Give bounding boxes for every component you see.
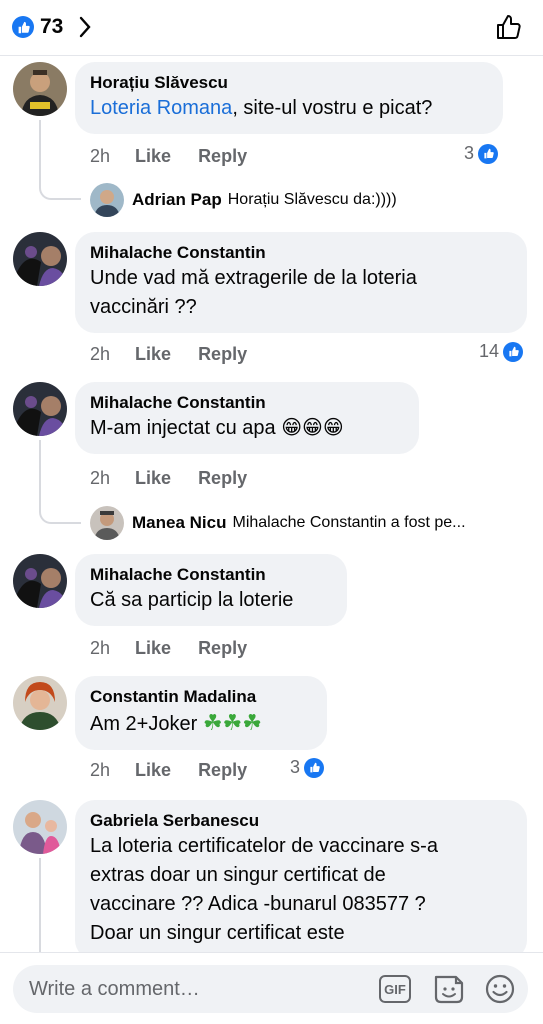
comment-time: 2h — [90, 344, 111, 364]
thumbs-up-outline-icon[interactable] — [495, 13, 523, 46]
comment-text: La loteria certificatelor de vaccinare s… — [90, 835, 438, 857]
reply-button[interactable]: Reply — [198, 344, 247, 365]
avatar[interactable] — [13, 800, 67, 854]
reaction-summary[interactable]: 3 — [290, 757, 325, 778]
like-button[interactable]: Like — [135, 344, 171, 365]
avatar[interactable] — [13, 554, 67, 608]
comment-actions: 2h Like Reply — [90, 638, 247, 659]
comment-actions: 2h Like Reply — [90, 344, 247, 365]
avatar — [90, 183, 124, 217]
like-icon — [503, 341, 524, 362]
reaction-summary[interactable]: 14 — [479, 341, 524, 362]
comment-author[interactable]: Mihalache Constantin — [90, 564, 332, 586]
comment-time: 2h — [90, 468, 111, 488]
reply-button[interactable]: Reply — [198, 146, 247, 167]
comment-text: Doar un singur certificat este — [90, 922, 345, 944]
reaction-count[interactable]: 73 — [40, 15, 63, 39]
thread-line — [39, 120, 81, 200]
reply-preview[interactable]: Adrian Pap Horațiu Slăvescu da:)))) — [90, 183, 397, 217]
comment-time: 2h — [90, 760, 111, 780]
emoji-icon[interactable] — [484, 973, 516, 1010]
comment-actions: 2h Like Reply — [90, 146, 247, 167]
comment-text: M-am injectat cu apa 😁😁😁 — [90, 417, 344, 439]
comment-text: vaccinare ?? Adica -bunarul 083577 ? — [90, 893, 426, 915]
clover-emoji: ☘☘☘ — [202, 710, 262, 735]
comment-bubble: Gabriela Serbanescu La loteria certifica… — [75, 800, 527, 960]
comment-actions: 2h Like Reply — [90, 760, 247, 781]
comment-text: Că sa particip la loterie — [90, 589, 294, 611]
comment-author[interactable]: Horațiu Slăvescu — [90, 72, 488, 94]
chevron-right-icon[interactable] — [78, 15, 92, 44]
comment-time: 2h — [90, 638, 111, 658]
like-icon — [478, 143, 499, 164]
comment-text: vaccinări ?? — [90, 296, 197, 318]
like-button[interactable]: Like — [135, 146, 171, 167]
avatar — [90, 506, 124, 540]
like-button[interactable]: Like — [135, 468, 171, 489]
thread-line — [39, 858, 41, 958]
comment-author[interactable]: Gabriela Serbanescu — [90, 810, 512, 832]
comment-author[interactable]: Mihalache Constantin — [90, 392, 404, 414]
sticker-icon[interactable] — [431, 973, 465, 1010]
comment-text: Unde vad mă extragerile de la loteria — [90, 267, 417, 289]
comment-input[interactable]: Write a comment… GIF — [13, 965, 528, 1013]
avatar[interactable] — [13, 382, 67, 436]
avatar[interactable] — [13, 232, 67, 286]
comment-text: extras doar un singur certificat de — [90, 864, 386, 886]
comment-text: Am 2+Joker ☘☘☘ — [90, 710, 262, 735]
comment-actions: 2h Like Reply — [90, 468, 247, 489]
avatar[interactable] — [13, 676, 67, 730]
comment-author[interactable]: Mihalache Constantin — [90, 242, 512, 264]
like-icon — [12, 16, 34, 38]
comment-bubble: Mihalache Constantin Unde vad mă extrage… — [75, 232, 527, 333]
reaction-summary[interactable]: 3 — [464, 143, 499, 164]
comment-composer: Write a comment… GIF — [0, 952, 543, 1024]
reply-button[interactable]: Reply — [198, 760, 247, 781]
comment-time: 2h — [90, 146, 111, 166]
comment-bubble: Mihalache Constantin M-am injectat cu ap… — [75, 382, 419, 454]
reply-button[interactable]: Reply — [198, 638, 247, 659]
reply-button[interactable]: Reply — [198, 468, 247, 489]
like-icon — [304, 757, 325, 778]
reactions-header: 73 — [0, 0, 543, 56]
comment-bubble: Constantin Madalina Am 2+Joker ☘☘☘ — [75, 676, 327, 750]
comment-text: Loteria Romana, site-ul vostru e picat? — [90, 97, 433, 119]
like-button[interactable]: Like — [135, 760, 171, 781]
comment-bubble: Mihalache Constantin Că sa particip la l… — [75, 554, 347, 626]
mention-link[interactable]: Loteria Romana — [90, 97, 232, 119]
comment-placeholder[interactable]: Write a comment… — [29, 978, 200, 1001]
thread-line — [39, 440, 81, 524]
reply-preview[interactable]: Manea Nicu Mihalache Constantin a fost p… — [90, 506, 530, 540]
gif-button[interactable]: GIF — [379, 975, 411, 1003]
like-button[interactable]: Like — [135, 638, 171, 659]
comment-bubble: Horațiu Slăvescu Loteria Romana, site-ul… — [75, 62, 503, 134]
comment-author[interactable]: Constantin Madalina — [90, 686, 312, 708]
avatar[interactable] — [13, 62, 67, 116]
